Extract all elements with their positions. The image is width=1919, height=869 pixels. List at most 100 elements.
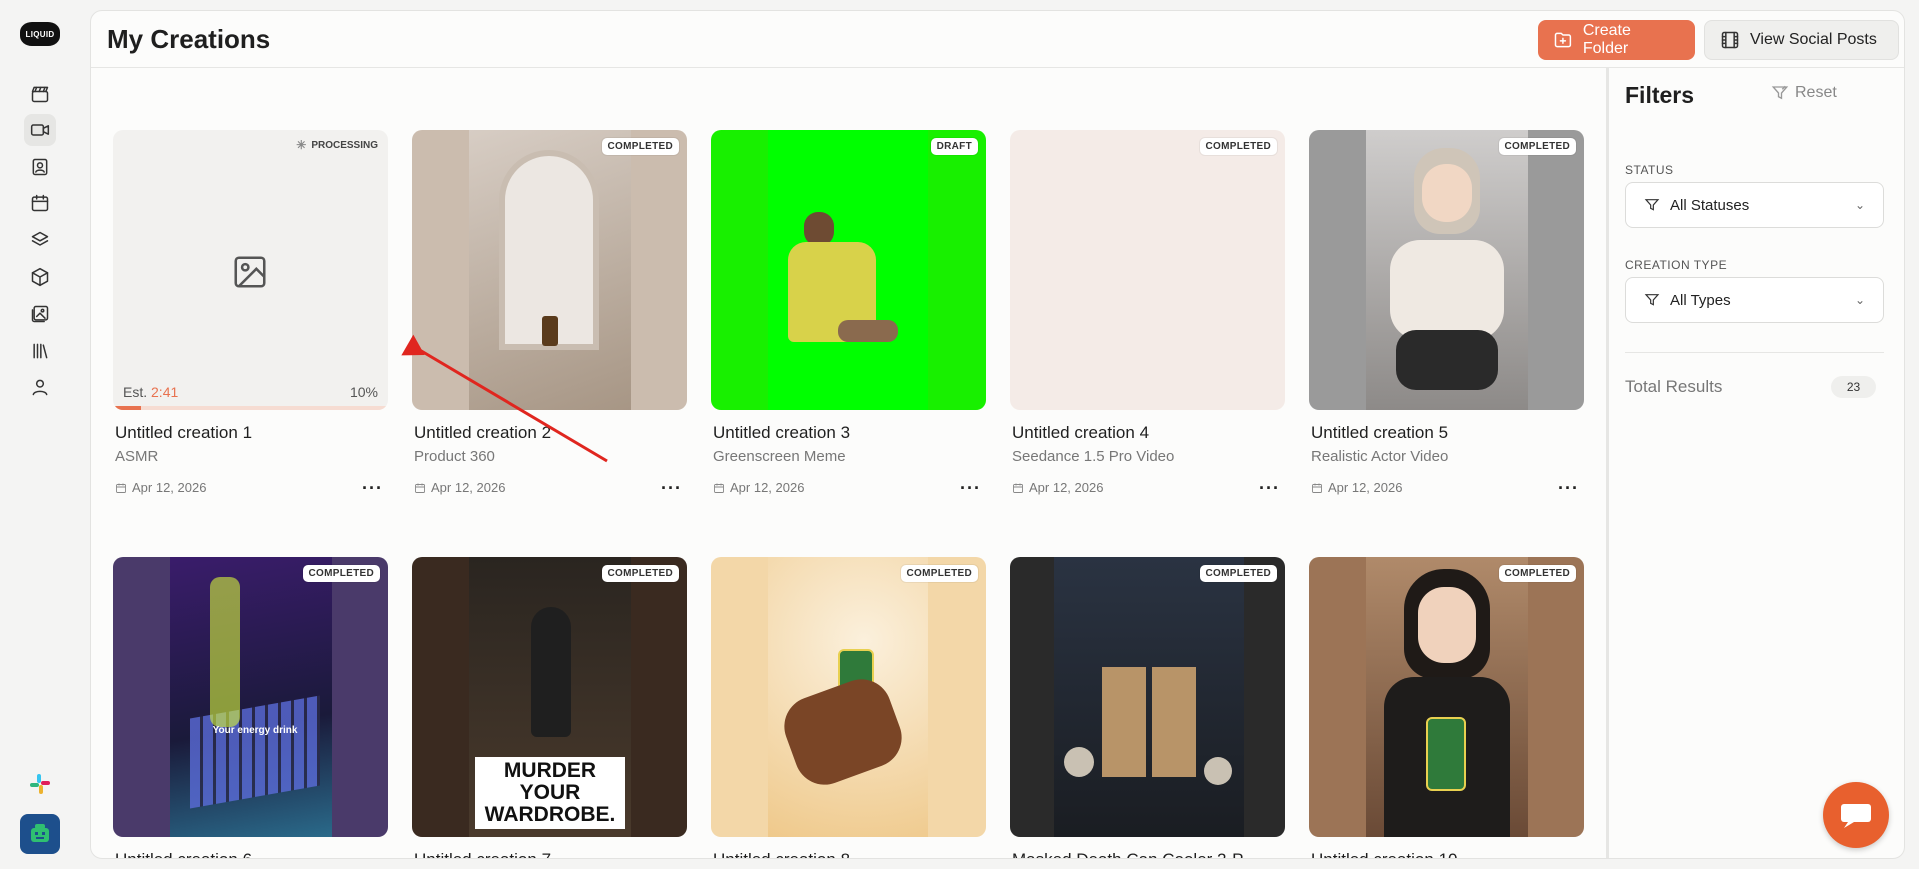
creation-card[interactable]: MURDER YOUR WARDROBE. COMPLETED Untitled… [412,557,687,858]
date-text: Apr 12, 2026 [431,480,506,495]
creation-card[interactable]: COMPLETED Untitled creation 4 Seedance 1… [1010,130,1285,497]
creation-title[interactable]: Untitled creation 10 [1311,850,1581,858]
create-folder-button[interactable]: Create Folder [1538,20,1695,60]
more-options-button[interactable]: ··· [1558,479,1579,497]
chevron-down-icon: ⌄ [1854,293,1865,307]
wardrobe-image: MURDER YOUR WARDROBE. [469,557,631,837]
status-badge: COMPLETED [1498,138,1576,155]
creation-title[interactable]: Untitled creation 8 [713,850,983,858]
chat-icon [1841,804,1871,828]
image-overlay-text: Your energy drink [212,725,298,736]
creation-type: Product 360 [414,448,495,465]
creation-card[interactable]: COMPLETED Untitled creation 5 Realistic … [1309,130,1584,497]
more-options-button[interactable]: ··· [1259,479,1280,497]
layers-icon [31,231,49,246]
folder-plus-icon [1554,32,1572,48]
sidebar-item-calendar[interactable] [24,187,56,219]
creation-card[interactable]: DRAFT Untitled creation 3 Greenscreen Me… [711,130,986,497]
creation-thumbnail[interactable]: ✳ PROCESSING Est. 2:41 10% [113,130,388,410]
chevron-down-icon: ⌄ [1854,198,1865,212]
creation-type: Realistic Actor Video [1311,448,1449,465]
gallery-icon [31,305,49,323]
creation-card[interactable]: COMPLETED Untitled creation 8 [711,557,986,858]
creation-card[interactable]: COMPLETED Masked Death Can Cooler 2-P... [1010,557,1285,858]
calendar-icon [1312,483,1322,493]
sidebar-item-gallery[interactable] [24,298,56,330]
progress-percent: 10% [349,384,378,400]
status-badge: COMPLETED [1199,565,1277,582]
creation-thumbnail[interactable]: COMPLETED [1010,557,1285,837]
reset-label: Reset [1795,84,1837,101]
sidebar-item-portrait[interactable] [24,151,56,183]
status-badge: COMPLETED [601,565,679,582]
page-title: My Creations [107,24,271,54]
spinner-icon: ✳ [296,138,307,152]
creation-date: Apr 12, 2026 [713,480,804,495]
creation-title[interactable]: Masked Death Can Cooler 2-P... [1012,850,1282,858]
sidebar-item-cube[interactable] [24,261,56,293]
creation-title[interactable]: Untitled creation 3 [713,423,983,443]
creation-title[interactable]: Untitled creation 1 [115,423,385,443]
creation-thumbnail[interactable]: Your energy drink COMPLETED [113,557,388,837]
creation-title[interactable]: Untitled creation 7 [414,850,684,858]
filters-panel: Filters Reset STATUS All Statuses ⌄ CREA… [1609,68,1904,858]
sidebar-item-layers[interactable] [24,224,56,256]
creation-card[interactable]: COMPLETED Untitled creation 10 [1309,557,1584,858]
creation-title[interactable]: Untitled creation 4 [1012,423,1282,443]
chat-button[interactable] [1823,782,1889,848]
more-options-button[interactable]: ··· [960,479,981,497]
more-options-button[interactable]: ··· [661,479,682,497]
image-placeholder-icon [234,256,266,288]
progress-track [113,406,388,410]
creation-title[interactable]: Untitled creation 5 [1311,423,1581,443]
creation-thumbnail[interactable]: DRAFT [711,130,986,410]
status-select-value: All Statuses [1670,196,1750,214]
creations-grid: ✳ PROCESSING Est. 2:41 10% Untitled crea… [91,68,1606,858]
creation-thumbnail[interactable]: COMPLETED [1309,557,1584,837]
filters-title: Filters [1625,82,1695,108]
creation-title[interactable]: Untitled creation 6 [115,850,385,858]
sidebar-item-clapperboard[interactable] [24,78,56,110]
app-logo[interactable]: LIQUID [20,22,60,46]
sidebar-item-library[interactable] [24,335,56,367]
creation-type: Seedance 1.5 Pro Video [1012,448,1175,465]
creation-date: Apr 12, 2026 [1311,480,1402,495]
calendar-icon [714,483,724,493]
filter-icon [1644,294,1660,306]
view-social-label: View Social Posts [1750,31,1877,48]
library-icon [33,343,48,359]
avatar[interactable] [20,814,60,854]
creation-title[interactable]: Untitled creation 2 [414,423,684,443]
portrait-icon [32,158,48,176]
type-select[interactable]: All Types ⌄ [1625,277,1884,323]
sidebar-item-video[interactable] [24,114,56,146]
main-panel: My Creations Create Folder View Social P… [90,10,1905,859]
creation-card[interactable]: COMPLETED Untitled creation 2 Product 36… [412,130,687,497]
creation-thumbnail[interactable]: COMPLETED [1010,130,1285,410]
sidebar-item-user[interactable] [24,371,56,403]
creation-card[interactable]: Your energy drink COMPLETED Untitled cre… [113,557,388,858]
status-badge: ✳ PROCESSING [296,138,378,152]
type-filter-label: CREATION TYPE [1625,258,1728,272]
progress-fill [113,406,141,410]
creation-thumbnail[interactable]: COMPLETED [1309,130,1584,410]
creation-date: Apr 12, 2026 [1012,480,1103,495]
sidebar: LIQUID [0,0,80,869]
date-text: Apr 12, 2026 [730,480,805,495]
creation-card[interactable]: ✳ PROCESSING Est. 2:41 10% Untitled crea… [113,130,388,497]
header: My Creations Create Folder View Social P… [91,11,1904,68]
more-options-button[interactable]: ··· [362,479,383,497]
estimate: Est. 2:41 [123,384,178,400]
total-results-label: Total Results [1625,377,1723,396]
creation-thumbnail[interactable]: MURDER YOUR WARDROBE. COMPLETED [412,557,687,837]
creation-type: ASMR [115,448,159,465]
reset-button[interactable]: Reset [1771,84,1837,102]
status-select[interactable]: All Statuses ⌄ [1625,182,1884,228]
view-social-posts-button[interactable]: View Social Posts [1704,20,1899,60]
filter-reset-icon [1771,85,1789,100]
slack-icon[interactable] [28,772,52,796]
creation-thumbnail[interactable]: COMPLETED [412,130,687,410]
creation-date: Apr 12, 2026 [115,480,206,495]
type-select-value: All Types [1670,291,1731,309]
creation-thumbnail[interactable]: COMPLETED [711,557,986,837]
